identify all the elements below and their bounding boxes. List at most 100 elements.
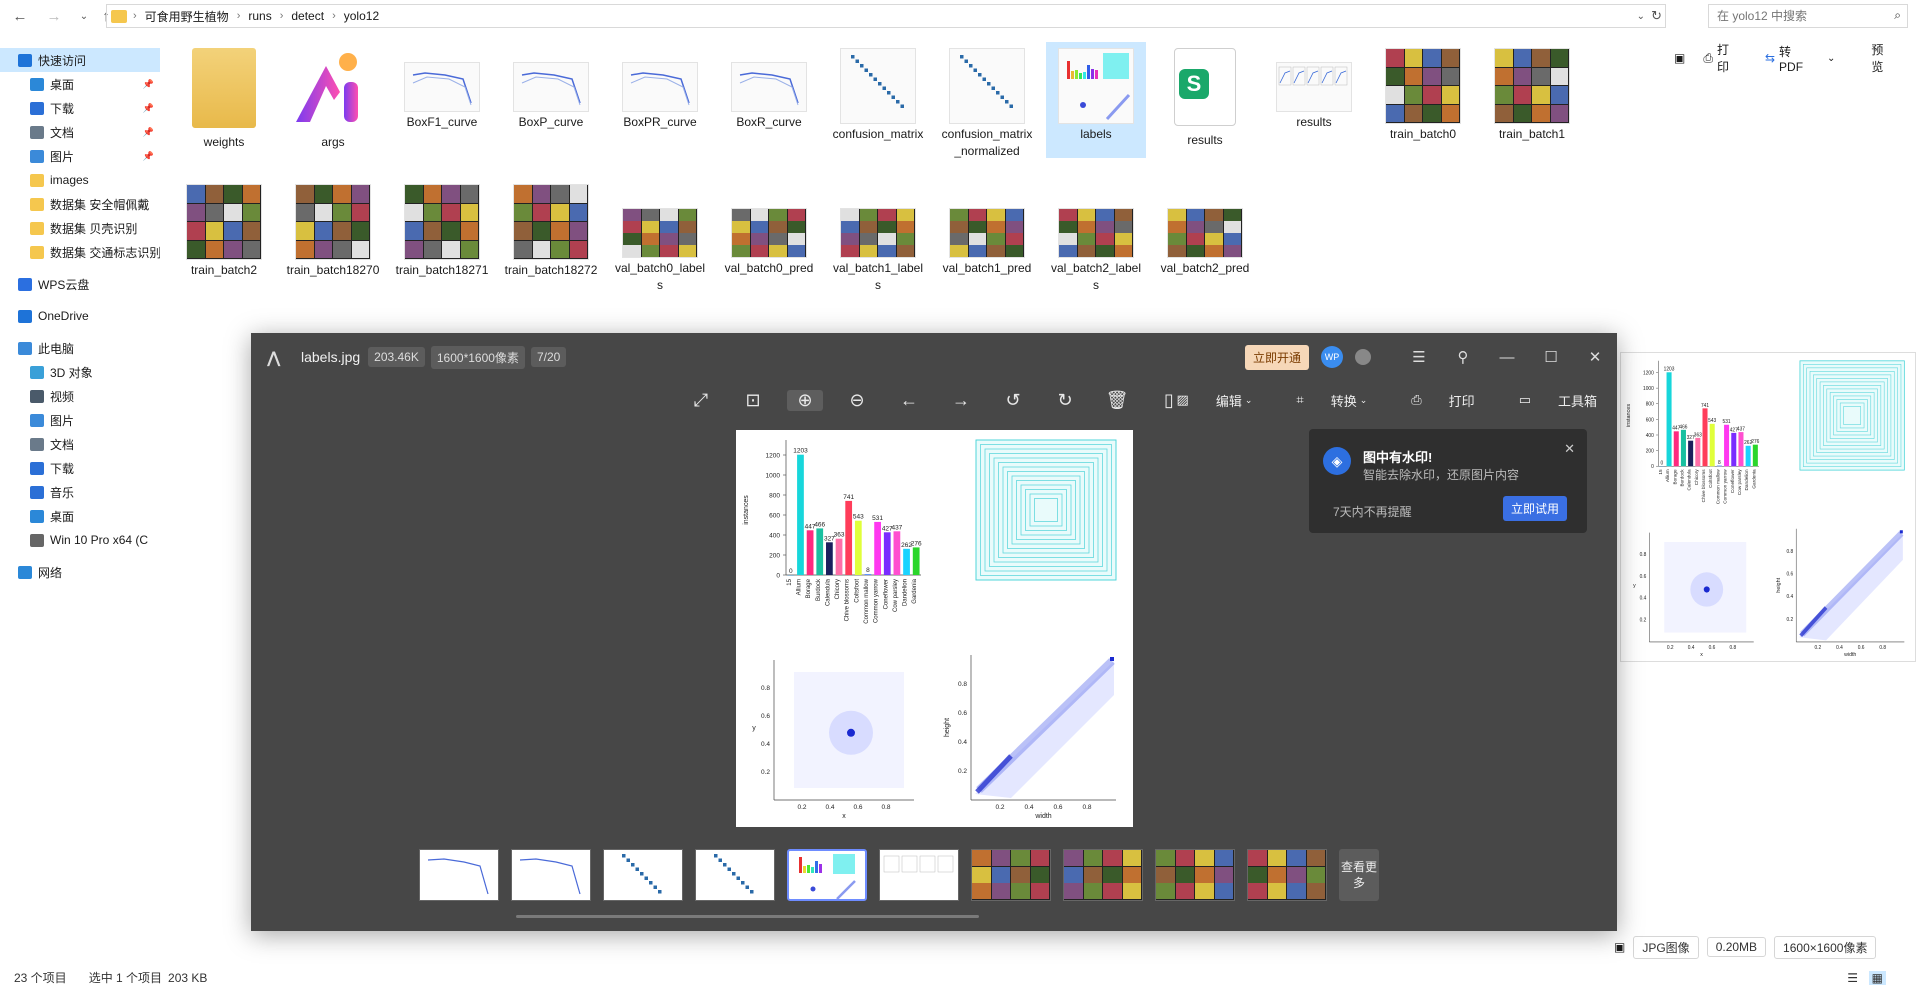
sidebar-item[interactable]: 桌面 📌 (0, 72, 160, 96)
sidebar-item[interactable]: 3D 对象 (0, 360, 160, 384)
pin-icon[interactable]: 📌 (143, 151, 154, 162)
file-item[interactable]: train_batch18270 (283, 178, 383, 294)
address-field[interactable]: › 可食用野生植物 › runs › detect › yolo12 ⌄ ↻ (106, 4, 1666, 28)
sidebar-item[interactable]: WPS云盘 (0, 272, 160, 296)
file-item[interactable]: val_batch2_labels (1046, 178, 1146, 294)
strip-scrollbar[interactable] (516, 915, 979, 918)
chevron-down-icon[interactable]: ⌄ (1637, 11, 1645, 22)
zoom-in-icon[interactable]: ⊕ (787, 389, 823, 411)
sidebar-item[interactable]: 文档 📌 (0, 120, 160, 144)
zoom-out-icon[interactable]: ⊖ (831, 390, 883, 411)
pin-icon[interactable]: 📌 (143, 103, 154, 114)
file-item[interactable]: Sresults (1155, 42, 1255, 158)
pin-icon[interactable]: ⚲ (1441, 348, 1485, 366)
breadcrumb-item[interactable]: runs (248, 9, 271, 23)
sidebar-item[interactable]: OneDrive (0, 304, 160, 328)
rotate-right-icon[interactable]: ↻ (1039, 390, 1091, 411)
forward-icon[interactable]: → (44, 6, 64, 26)
preview-button[interactable]: 预览 (1871, 41, 1902, 75)
maximize-icon[interactable]: ☐ (1529, 348, 1573, 366)
details-icon[interactable]: ▣ (1614, 940, 1625, 954)
file-item[interactable]: train_batch18271 (392, 178, 492, 294)
collapse-icon[interactable]: ▣ (1674, 51, 1685, 65)
edit-button[interactable]: ▨ 编辑 ⌄ (1155, 391, 1253, 410)
file-item[interactable]: val_batch0_labels (610, 178, 710, 294)
sidebar-item[interactable]: 音乐 (0, 480, 160, 504)
account-icon[interactable] (1355, 349, 1371, 365)
file-item[interactable]: labels (1046, 42, 1146, 158)
file-item[interactable]: val_batch1_pred (937, 178, 1037, 294)
breadcrumb-item[interactable]: 可食用野生植物 (145, 8, 229, 25)
file-item[interactable]: train_batch1 (1482, 42, 1582, 158)
back-icon[interactable]: ← (10, 6, 30, 26)
sidebar-item[interactable]: images (0, 168, 160, 192)
file-item[interactable]: val_batch1_labels (828, 178, 928, 294)
file-item[interactable]: BoxP_curve (501, 42, 601, 158)
thumbnail-item[interactable] (695, 849, 775, 901)
print-button[interactable]: ⎙ 打印 (1389, 391, 1474, 410)
previous-icon[interactable]: ← (883, 390, 935, 411)
convert-button[interactable]: ⌗ 转换 ⌄ (1274, 391, 1367, 410)
menu-icon[interactable]: ☰ (1397, 348, 1441, 366)
view-more-button[interactable]: 查看更多 (1339, 849, 1379, 901)
sidebar-item[interactable]: 数据集 交通标志识别 (0, 240, 160, 264)
thumbnail-item[interactable] (971, 849, 1051, 901)
file-item[interactable]: args (283, 42, 383, 158)
close-icon[interactable]: ✕ (1573, 348, 1617, 366)
to-pdf-button[interactable]: ⇆ 转PDF ⌄ (1765, 43, 1853, 74)
pin-icon[interactable]: 📌 (143, 127, 154, 138)
file-item[interactable]: BoxPR_curve (610, 42, 710, 158)
large-icons-view-icon[interactable]: ▦ (1868, 970, 1886, 985)
thumbnail-item[interactable] (1247, 849, 1327, 901)
file-item[interactable]: train_batch0 (1373, 42, 1473, 158)
thumbnail-item[interactable] (1063, 849, 1143, 901)
breadcrumb-item[interactable]: detect (291, 9, 324, 23)
avatar[interactable]: WP (1321, 346, 1343, 368)
print-button[interactable]: ⎙ 打印 (1703, 41, 1747, 75)
file-item[interactable]: BoxR_curve (719, 42, 819, 158)
thumbnail-item[interactable] (419, 849, 499, 901)
try-now-button[interactable]: 立即试用 (1502, 496, 1567, 521)
sidebar-item[interactable]: 图片 📌 (0, 144, 160, 168)
sidebar-item[interactable]: 下载 (0, 456, 160, 480)
thumbnail-item[interactable] (1155, 849, 1235, 901)
pin-icon[interactable]: 📌 (143, 79, 154, 90)
open-vip-button[interactable]: 立即开通 (1244, 344, 1309, 370)
dont-remind-link[interactable]: 7天内不再提醒 (1333, 503, 1412, 520)
toolbox-button[interactable]: ▭ 工具箱 (1497, 391, 1597, 410)
details-view-icon[interactable]: ☰ (1847, 971, 1858, 985)
search-input[interactable] (1717, 9, 1887, 23)
sidebar-item[interactable]: 视频 (0, 384, 160, 408)
file-item[interactable]: confusion_matrix_normalized (937, 42, 1037, 158)
fullscreen-icon[interactable]: ⤢ (675, 390, 727, 411)
sidebar-item[interactable]: Win 10 Pro x64 (C (0, 528, 160, 552)
actual-size-icon[interactable]: ⊡ (727, 390, 779, 411)
sidebar-item[interactable]: 此电脑 (0, 336, 160, 360)
file-item[interactable]: results (1264, 42, 1364, 158)
sidebar-item[interactable]: 图片 (0, 408, 160, 432)
sidebar-item[interactable]: 下载 📌 (0, 96, 160, 120)
sidebar-item[interactable]: 快速访问 (0, 48, 160, 72)
file-item[interactable]: weights (174, 42, 274, 158)
thumbnail-item[interactable] (603, 849, 683, 901)
thumbnail-item[interactable] (879, 849, 959, 901)
thumbnail-item[interactable] (511, 849, 591, 901)
sidebar-item[interactable]: 网络 (0, 560, 160, 584)
thumbnail-item[interactable] (787, 849, 867, 901)
file-item[interactable]: val_batch0_pred (719, 178, 819, 294)
sidebar-item[interactable]: 文档 (0, 432, 160, 456)
sidebar-item[interactable]: 桌面 (0, 504, 160, 528)
file-item[interactable]: train_batch18272 (501, 178, 601, 294)
search-box[interactable]: ⌕ (1708, 4, 1908, 28)
close-icon[interactable]: ✕ (1564, 441, 1575, 457)
recent-chevron-icon[interactable]: ⌄ (74, 6, 94, 26)
sidebar-item[interactable]: 数据集 安全帽佩戴 (0, 192, 160, 216)
search-icon[interactable]: ⌕ (1894, 8, 1901, 23)
minimize-icon[interactable]: — (1485, 349, 1529, 366)
refresh-icon[interactable]: ↻ (1651, 8, 1662, 24)
sidebar-item[interactable]: 数据集 贝壳识别 (0, 216, 160, 240)
file-item[interactable]: BoxF1_curve (392, 42, 492, 158)
rotate-left-icon[interactable]: ↺ (987, 390, 1039, 411)
breadcrumb-item[interactable]: yolo12 (344, 9, 379, 23)
file-item[interactable]: train_batch2 (174, 178, 274, 294)
